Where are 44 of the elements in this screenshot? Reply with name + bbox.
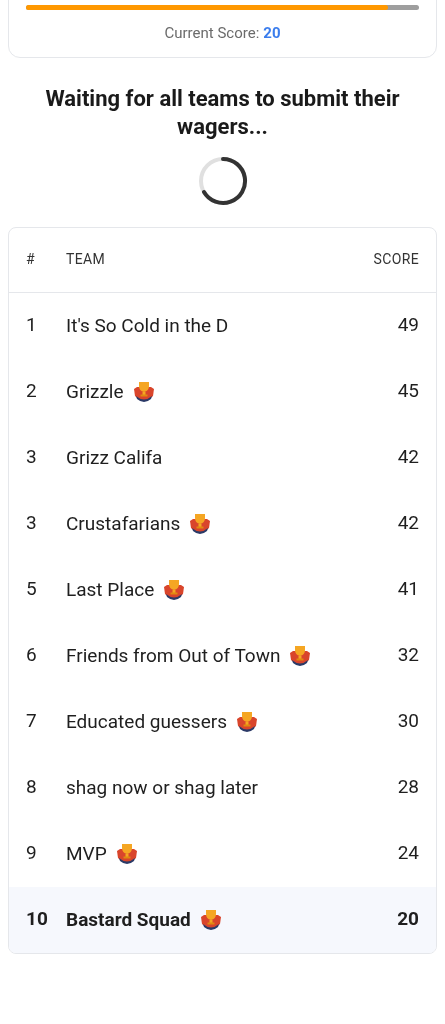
- rank-cell-text: 8: [26, 774, 38, 801]
- score-cell-text: 32: [397, 642, 419, 669]
- rank-cell-text: 6: [26, 642, 38, 669]
- score-cell-text: 20: [397, 906, 419, 933]
- score-cell-text: 49: [397, 312, 419, 339]
- column-header: #: [26, 250, 36, 269]
- team-name: Educated guessers: [66, 708, 227, 735]
- rank-cell-text: 10: [26, 906, 49, 933]
- score-cell-text: 41: [397, 576, 419, 603]
- loading-spinner-icon: [197, 155, 248, 206]
- trophy-badge-icon: [188, 511, 213, 536]
- rank-cell-text: 3: [26, 444, 38, 471]
- trophy-badge-icon: [234, 709, 259, 734]
- score-cell-text: 42: [397, 444, 419, 471]
- team-name: Grizz Califa: [66, 444, 163, 471]
- trophy-badge-icon: [131, 379, 156, 404]
- trophy-badge-icon: [114, 841, 139, 866]
- score-cell-text: 45: [397, 378, 419, 405]
- score-cell-text: 30: [397, 708, 419, 735]
- score-cell-text: 42: [397, 510, 419, 537]
- score-label: Current Score:: [164, 23, 260, 44]
- team-name: Friends from Out of Town: [66, 642, 281, 669]
- trophy-badge-icon: [288, 643, 313, 668]
- rank-cell-text: 3: [26, 510, 38, 537]
- team-name: shag now or shag later: [66, 774, 258, 801]
- rank-cell-text: 5: [26, 576, 38, 603]
- trophy-badge-icon: [198, 907, 223, 932]
- rank-cell-text: 7: [26, 708, 38, 735]
- team-name: Bastard Squad: [66, 906, 191, 933]
- score-cell-text: 24: [397, 840, 419, 867]
- waiting-message: Waiting for all teams to submit their wagers...: [44, 84, 401, 141]
- team-name: Last Place: [66, 576, 155, 603]
- team-name: Crustafarians: [66, 510, 181, 537]
- team-name: MVP: [66, 840, 107, 867]
- column-header: TEAM: [66, 250, 107, 269]
- score-value: 20: [263, 23, 281, 44]
- team-name: It's So Cold in the D: [66, 312, 229, 339]
- column-header: SCORE: [373, 250, 419, 269]
- team-name: Grizzle: [66, 378, 124, 405]
- rank-cell-text: 1: [26, 312, 38, 339]
- rank-cell-text: 2: [26, 378, 38, 405]
- score-cell-text: 28: [397, 774, 419, 801]
- rank-cell-text: 9: [26, 840, 38, 867]
- trophy-badge-icon: [162, 577, 187, 602]
